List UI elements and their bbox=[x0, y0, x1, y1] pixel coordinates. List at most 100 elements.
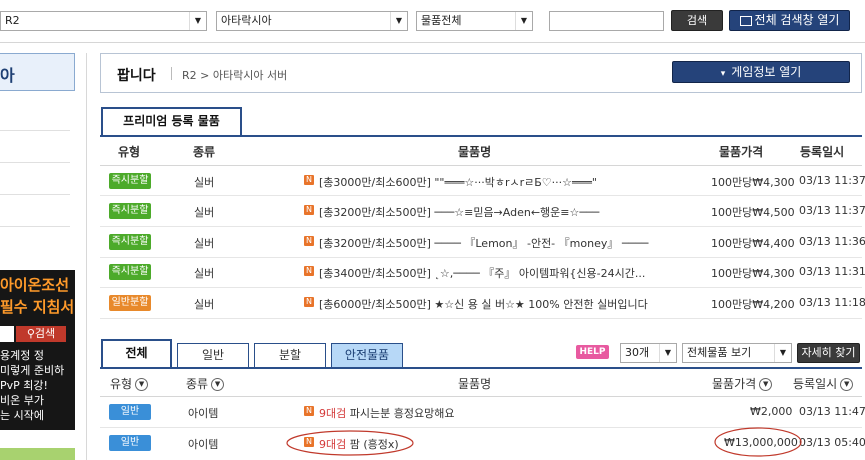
premium-tab-line bbox=[100, 135, 862, 137]
full-search-button[interactable]: 전체 검색창 열기 bbox=[729, 10, 850, 31]
sidebar-divider bbox=[0, 130, 70, 131]
sidebar-divider bbox=[0, 194, 70, 195]
item-name-link[interactable]: [총3400만/최소500만] ˛☆,──── 『주』 아이템파워{신용-24시… bbox=[319, 265, 704, 281]
per-page-select[interactable]: 30개 ▼ bbox=[620, 343, 677, 363]
tab-split[interactable]: 분할 bbox=[254, 343, 326, 368]
type-badge: 일반분할 bbox=[109, 295, 151, 311]
banner-text: PvP 최강! bbox=[0, 379, 48, 392]
banner-search-button[interactable]: ⚲검색 bbox=[16, 326, 66, 342]
banner-line1: 아이온조선 bbox=[0, 276, 70, 294]
row-divider bbox=[100, 318, 862, 319]
date-cell: 03/13 11:31 bbox=[799, 265, 865, 278]
full-search-button-label: 전체 검색창 열기 bbox=[754, 13, 840, 27]
new-icon: N bbox=[304, 236, 314, 246]
tab-premium[interactable]: 프리미엄 등록 물품 bbox=[101, 107, 242, 136]
per-page-value: 30개 bbox=[625, 346, 650, 359]
sidebar-divider bbox=[0, 226, 70, 227]
sidebar-header: 아 bbox=[0, 53, 75, 91]
promo-banner[interactable]: 아이온조선 필수 지침서! ⚲검색 용계정 정 미렇게 준비하 PvP 최강! … bbox=[0, 270, 75, 430]
search-input[interactable] bbox=[549, 11, 664, 31]
breadcrumb-world[interactable]: 아타락시아 서버 bbox=[213, 69, 287, 82]
tab-split-label: 분할 bbox=[278, 348, 302, 362]
item-name-link[interactable]: [총3000만/최소600만] ""═══☆···박ㅎrㅅrㄹБ♡···☆═══… bbox=[319, 174, 704, 190]
title-divider bbox=[171, 67, 172, 80]
banner-text: 비온 부가 bbox=[0, 394, 44, 407]
item-name-link[interactable]: 9대검 파시는분 흥정요망해요 bbox=[319, 405, 454, 421]
kind-cell: 아이템 bbox=[188, 407, 219, 420]
world-select[interactable]: 아타락시아 ▼ bbox=[216, 11, 408, 31]
item-name-link[interactable]: [총6000만/최소500만] ★☆신 용 실 버☆★ 100% 안전한 실버입… bbox=[319, 296, 704, 312]
date-cell: 03/13 11:37 bbox=[799, 174, 865, 187]
sort-icon: ▼ bbox=[211, 378, 225, 391]
sidebar-divider bbox=[0, 162, 70, 163]
list-header-line bbox=[100, 396, 862, 397]
type-badge: 즉시분할 bbox=[109, 203, 151, 219]
chevron-down-icon: ▼ bbox=[515, 12, 532, 30]
page-header: 팝니다 R2 > 아타락시아 서버 ▾ 게임정보 열기 bbox=[100, 53, 862, 93]
view-select[interactable]: 전체물품 보기 ▼ bbox=[682, 343, 792, 363]
search-button[interactable]: 검색 bbox=[671, 10, 723, 31]
list-col-type[interactable]: 유형 ▼ bbox=[110, 375, 149, 392]
premium-col-type: 유형 bbox=[118, 145, 141, 159]
chevron-down-icon: ▼ bbox=[659, 344, 676, 362]
banner-line2: 필수 지침서! bbox=[0, 298, 75, 316]
tab-normal-label: 일반 bbox=[201, 348, 225, 362]
item-name-link[interactable]: 9대검 팜 (흥정x) bbox=[319, 436, 399, 452]
kind-cell: 아이템 bbox=[188, 438, 219, 451]
tab-safe-items-label: 안전물품 bbox=[344, 348, 390, 362]
row-divider bbox=[100, 195, 862, 196]
top-filter-bar: R2 ▼ 아타락시아 ▼ 물품전체 ▼ 검색 전체 검색창 열기 bbox=[0, 0, 865, 43]
sort-icon: ▼ bbox=[840, 378, 854, 391]
new-icon: N bbox=[304, 175, 314, 185]
tab-all-label: 전체 bbox=[125, 346, 148, 360]
new-icon: N bbox=[304, 205, 314, 215]
list-col-date[interactable]: 등록일시 ▼ bbox=[793, 375, 854, 392]
chevron-down-icon: ▼ bbox=[189, 12, 206, 30]
breadcrumb-server[interactable]: R2 bbox=[182, 69, 197, 82]
row-divider bbox=[100, 287, 862, 288]
page-title: 팝니다 bbox=[117, 68, 156, 84]
item-name-highlight: 9대검 bbox=[319, 438, 347, 451]
game-info-button-label: 게임정보 열기 bbox=[731, 65, 802, 79]
type-badge: 일반 bbox=[109, 435, 151, 451]
kind-cell: 실버 bbox=[194, 206, 215, 219]
category-select[interactable]: 물품전체 ▼ bbox=[416, 11, 533, 31]
breadcrumb-separator: > bbox=[200, 69, 210, 82]
premium-header-line bbox=[100, 165, 862, 166]
game-info-button[interactable]: ▾ 게임정보 열기 bbox=[672, 61, 850, 83]
tab-normal[interactable]: 일반 bbox=[177, 343, 249, 368]
type-badge: 즉시분할 bbox=[109, 173, 151, 189]
item-name-link[interactable]: [총3200만/최소500만] ───☆≡믿음→Aden←행운≡☆─── bbox=[319, 204, 704, 220]
date-cell: 03/13 11:18 bbox=[799, 296, 865, 309]
price-cell: 100만당₩4,400 bbox=[711, 237, 795, 250]
item-name-rest: 팜 (흥정x) bbox=[346, 438, 399, 451]
detail-search-button[interactable]: 자세히 찾기 bbox=[797, 343, 860, 363]
search-icon: ⚲ bbox=[26, 327, 35, 340]
kind-cell: 실버 bbox=[194, 176, 215, 189]
banner-search-box bbox=[0, 326, 14, 342]
list-col-price[interactable]: 물품가격 ▼ bbox=[712, 375, 773, 392]
list-col-price-label: 물품가격 bbox=[712, 377, 757, 391]
help-badge[interactable]: HELP bbox=[576, 345, 609, 359]
item-name-highlight: 9대검 bbox=[319, 407, 347, 420]
breadcrumb: R2 > 아타락시아 서버 bbox=[182, 67, 287, 83]
tab-all[interactable]: 전체 bbox=[101, 339, 172, 368]
new-icon: N bbox=[304, 437, 314, 447]
row-divider bbox=[100, 226, 862, 227]
list-col-kind[interactable]: 종류 ▼ bbox=[186, 375, 225, 392]
kind-cell: 실버 bbox=[194, 267, 215, 280]
list-col-name: 물품명 bbox=[458, 377, 492, 391]
row-divider bbox=[100, 257, 862, 258]
tab-safe-items[interactable]: 안전물품 bbox=[331, 343, 403, 368]
list-col-type-label: 유형 bbox=[110, 377, 133, 391]
tab-premium-label: 프리미엄 등록 물품 bbox=[123, 114, 220, 128]
premium-col-kind: 종류 bbox=[193, 145, 216, 159]
detail-search-button-label: 자세히 찾기 bbox=[801, 346, 856, 359]
server-select[interactable]: R2 ▼ bbox=[0, 11, 207, 31]
price-cell: 100만당₩4,300 bbox=[711, 267, 795, 280]
type-badge: 즉시분할 bbox=[109, 264, 151, 280]
item-name-link[interactable]: [총3200만/최소500만] ──── 『Lemon』 -안전- 『money… bbox=[319, 235, 704, 251]
date-cell: 03/13 11:36 bbox=[799, 235, 865, 248]
banner-text: 용계정 정 bbox=[0, 349, 44, 362]
row-divider bbox=[100, 427, 862, 428]
